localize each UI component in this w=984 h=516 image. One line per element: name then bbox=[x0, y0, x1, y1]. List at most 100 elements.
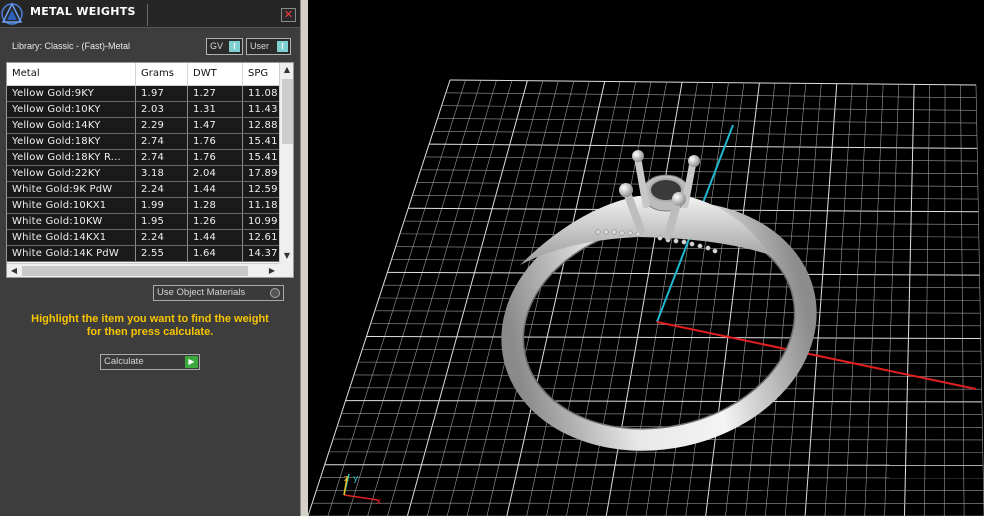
table-row[interactable]: Yellow Gold:9KY 1.97 1.27 11.08 bbox=[7, 86, 279, 102]
cell-grams: 2.24 bbox=[136, 230, 188, 245]
table-row[interactable]: Yellow Gold:22KY 3.18 2.04 17.89 bbox=[7, 166, 279, 182]
use-object-materials-option[interactable]: Use Object Materials bbox=[153, 285, 284, 301]
cell-spg: 11.08 bbox=[248, 88, 278, 99]
cell-spg: 12.88 bbox=[248, 120, 278, 131]
cell-spg: 12.59 bbox=[248, 184, 278, 195]
use-object-materials-radio[interactable] bbox=[270, 288, 280, 298]
gizmo-x-label: x bbox=[376, 497, 382, 507]
3d-viewport[interactable]: x y z bbox=[308, 0, 984, 516]
cell-dwt: 1.64 bbox=[188, 246, 243, 261]
cell-dwt: 1.26 bbox=[188, 214, 243, 229]
table-row[interactable]: Yellow Gold:10KY 2.03 1.31 11.43 bbox=[7, 102, 279, 118]
close-icon: ✕ bbox=[283, 8, 294, 21]
vertical-scroll-thumb[interactable] bbox=[282, 79, 293, 144]
gv-toggle-label: GV bbox=[210, 41, 224, 51]
table-row[interactable]: White Gold:14KX1 2.24 1.44 12.61 bbox=[7, 230, 279, 246]
instruction-line-1: Highlight the item you want to find the … bbox=[31, 313, 269, 325]
cell-grams: 2.24 bbox=[136, 182, 188, 197]
table-header: Metal Grams DWT SPG bbox=[7, 63, 279, 86]
metal-table: Metal Grams DWT SPG Yellow Gold:9KY 1.97 1… bbox=[6, 62, 294, 278]
title-divider bbox=[147, 4, 148, 26]
user-toggle-label: User bbox=[250, 41, 270, 51]
cell-grams: 2.03 bbox=[136, 102, 188, 117]
cell-spg: 11.43 bbox=[248, 104, 278, 115]
ring-model[interactable] bbox=[491, 150, 827, 466]
cell-metal: Yellow Gold:18KY R... bbox=[7, 150, 136, 165]
cell-spg: 12.61 bbox=[248, 232, 278, 243]
table-row[interactable]: Yellow Gold:14KY 2.29 1.47 12.88 bbox=[7, 118, 279, 134]
cell-dwt: 1.28 bbox=[188, 198, 243, 213]
cell-dwt: 1.44 bbox=[188, 230, 243, 245]
app-logo-icon bbox=[1, 2, 23, 25]
table-row[interactable]: White Gold:10KW 1.95 1.26 10.99 bbox=[7, 214, 279, 230]
cell-grams: 3.18 bbox=[136, 166, 188, 181]
cell-dwt: 1.76 bbox=[188, 134, 243, 149]
panel-title: METAL WEIGHTS bbox=[30, 5, 136, 18]
use-object-materials-label: Use Object Materials bbox=[157, 287, 246, 298]
scroll-up-icon[interactable]: ▲ bbox=[280, 63, 293, 77]
cell-spg: 15.41 bbox=[248, 136, 278, 147]
grid-line bbox=[324, 464, 984, 466]
cell-metal: Yellow Gold:22KY bbox=[7, 166, 136, 181]
app-root: METAL WEIGHTS ✕ Library: Classic - (Fast… bbox=[0, 0, 984, 516]
gizmo-z-label: z bbox=[344, 474, 349, 484]
grid-line bbox=[328, 451, 983, 453]
scroll-down-icon[interactable]: ▼ bbox=[280, 249, 293, 263]
grid-line bbox=[345, 400, 982, 403]
cell-grams: 2.29 bbox=[136, 118, 188, 133]
column-header-metal[interactable]: Metal bbox=[7, 63, 136, 86]
cell-grams: 1.97 bbox=[136, 86, 188, 101]
scroll-left-icon[interactable]: ◀ bbox=[7, 264, 21, 277]
cell-metal: Yellow Gold:14KY bbox=[7, 118, 136, 133]
scroll-corner bbox=[279, 263, 293, 277]
scroll-right-icon[interactable]: ▶ bbox=[265, 264, 279, 277]
viewport-canvas[interactable]: x y z bbox=[308, 0, 984, 516]
column-header-spg[interactable]: SPG bbox=[243, 63, 279, 86]
horizontal-scrollbar[interactable]: ◀ ▶ bbox=[7, 263, 279, 277]
table-row[interactable]: White Gold:9K PdW 2.24 1.44 12.59 bbox=[7, 182, 279, 198]
close-button[interactable]: ✕ bbox=[281, 8, 296, 22]
instruction-text: Highlight the item you want to find the … bbox=[10, 313, 290, 339]
calculate-button[interactable]: Calculate ▶ bbox=[100, 354, 200, 370]
table-row[interactable]: Yellow Gold:18KY R... 2.74 1.76 15.41 bbox=[7, 150, 279, 166]
instruction-line-2: for then press calculate. bbox=[86, 326, 214, 338]
table-row[interactable]: White Gold:10KX1 1.99 1.28 11.18 bbox=[7, 198, 279, 214]
table-row[interactable]: White Gold:14K PdW 2.55 1.64 14.37 bbox=[7, 246, 279, 262]
metal-weights-panel: METAL WEIGHTS ✕ Library: Classic - (Fast… bbox=[0, 0, 300, 516]
cell-spg: 10.99 bbox=[248, 216, 278, 227]
cell-dwt: 2.04 bbox=[188, 166, 243, 181]
cell-spg: 11.18 bbox=[248, 200, 278, 211]
grid-line bbox=[943, 84, 946, 516]
user-toggle[interactable]: User I bbox=[246, 38, 291, 55]
cell-metal: White Gold:10KW bbox=[7, 214, 136, 229]
play-arrow-icon[interactable]: ▶ bbox=[185, 356, 198, 368]
column-header-dwt[interactable]: DWT bbox=[188, 63, 243, 86]
cell-metal: White Gold:9K PdW bbox=[7, 182, 136, 197]
gv-toggle[interactable]: GV I bbox=[206, 38, 243, 55]
title-bar[interactable]: METAL WEIGHTS ✕ bbox=[0, 0, 300, 28]
cell-grams: 1.95 bbox=[136, 214, 188, 229]
panel-border bbox=[300, 0, 308, 516]
x-axis-line bbox=[656, 321, 977, 390]
user-toggle-indicator[interactable]: I bbox=[277, 41, 288, 52]
cell-grams: 2.74 bbox=[136, 150, 188, 165]
cell-spg: 17.89 bbox=[248, 168, 278, 179]
cell-grams: 1.99 bbox=[136, 198, 188, 213]
cell-grams: 2.74 bbox=[136, 134, 188, 149]
cell-spg: 14.37 bbox=[248, 248, 278, 259]
table-row[interactable]: Yellow Gold:18KY 2.74 1.76 15.41 bbox=[7, 134, 279, 150]
column-header-grams[interactable]: Grams bbox=[136, 63, 188, 86]
table-body: Yellow Gold:9KY 1.97 1.27 11.08 Yellow Gold… bbox=[7, 86, 279, 262]
cell-dwt: 1.31 bbox=[188, 102, 243, 117]
cell-metal: White Gold:10KX1 bbox=[7, 198, 136, 213]
cell-metal: White Gold:14KX1 bbox=[7, 230, 136, 245]
horizontal-scroll-thumb[interactable] bbox=[22, 266, 248, 276]
vertical-scrollbar[interactable]: ▲ ▼ bbox=[279, 63, 293, 263]
cell-dwt: 1.27 bbox=[188, 86, 243, 101]
gizmo-y-label: y bbox=[353, 474, 359, 484]
cell-metal: Yellow Gold:9KY bbox=[7, 86, 136, 101]
cell-metal: Yellow Gold:18KY bbox=[7, 134, 136, 149]
cell-metal: White Gold:14K PdW bbox=[7, 246, 136, 261]
cell-spg: 15.41 bbox=[248, 152, 278, 163]
gv-toggle-indicator[interactable]: I bbox=[229, 41, 240, 52]
